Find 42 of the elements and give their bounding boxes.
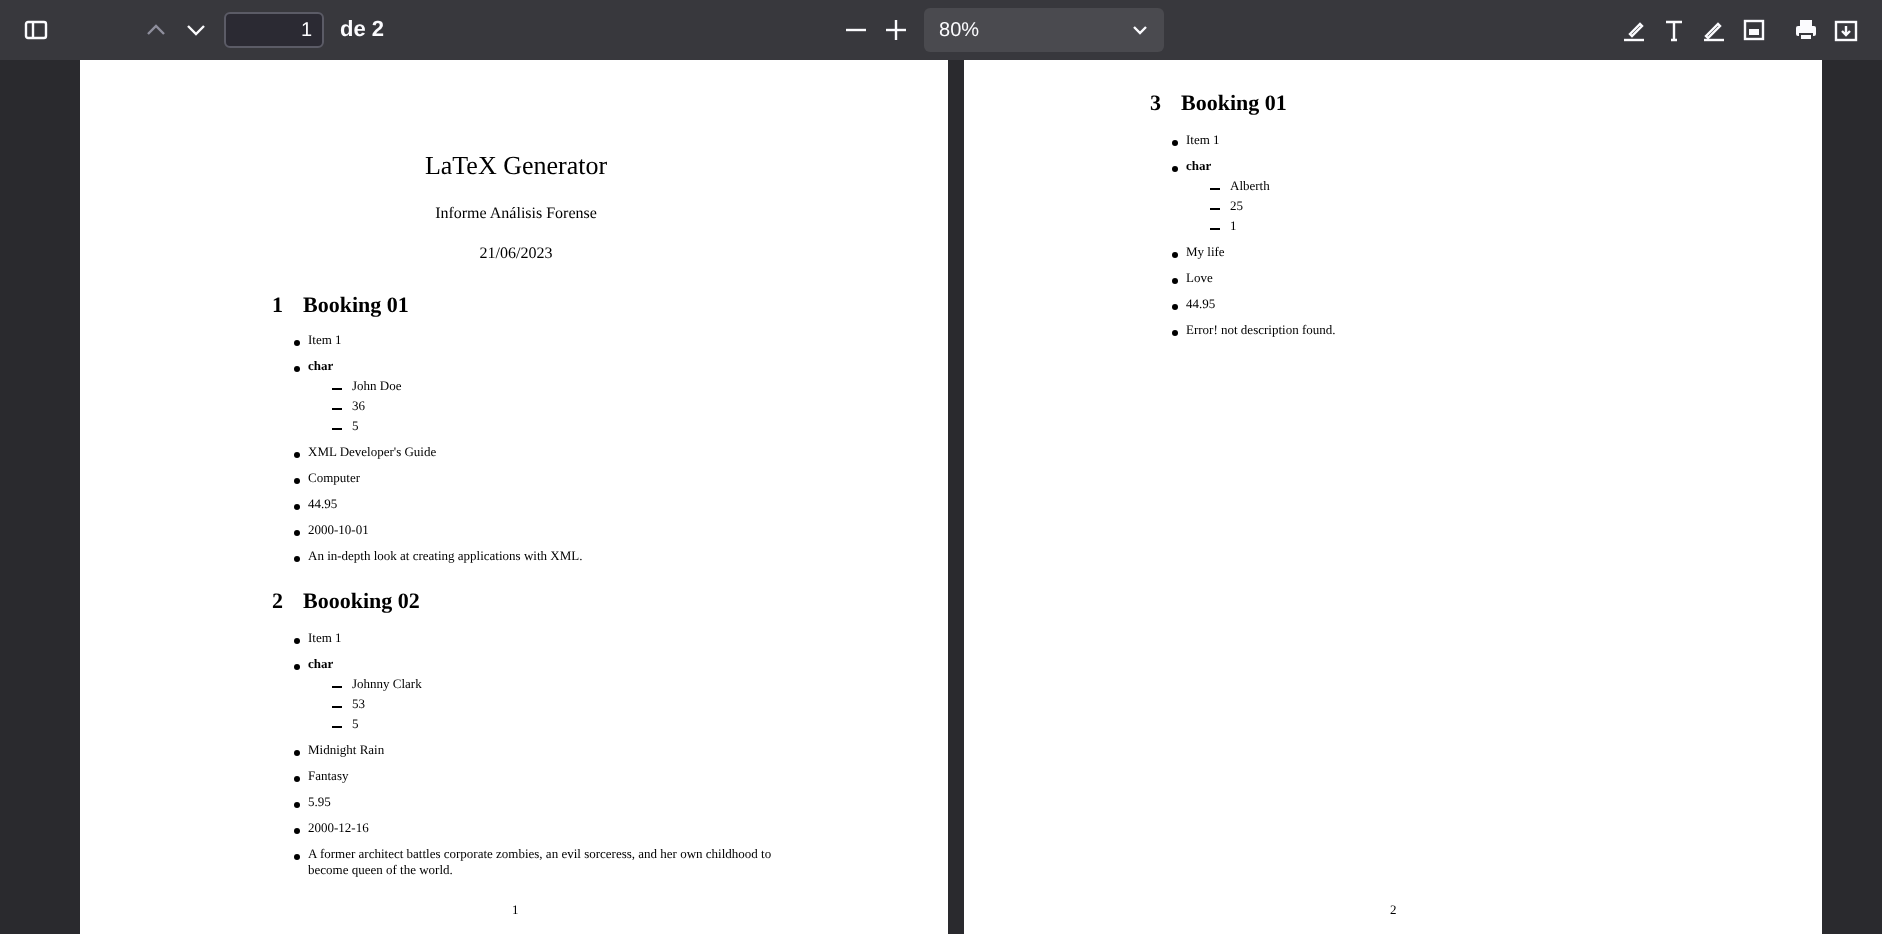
dash <box>332 388 342 390</box>
bullet <box>294 827 300 833</box>
dash <box>332 705 342 707</box>
bullet <box>1172 303 1178 309</box>
section-heading: Boooking 02 <box>303 588 420 618</box>
bullet <box>1172 165 1178 171</box>
page-number-field[interactable]: 1 <box>224 12 324 48</box>
section-number: 2 <box>272 588 283 618</box>
bullet <box>294 340 300 346</box>
bullet <box>294 749 300 755</box>
dash <box>1210 227 1220 229</box>
dash <box>1210 207 1220 209</box>
bullet <box>294 452 300 458</box>
bullet <box>1172 251 1178 257</box>
bullet <box>294 853 300 859</box>
section-number: 1 <box>272 291 283 321</box>
dash <box>332 408 342 410</box>
bullet <box>294 663 300 669</box>
section-heading: Booking 01 <box>303 291 409 321</box>
document-subtitle: Informe Análisis Forense <box>435 201 597 225</box>
bullet <box>1172 329 1178 335</box>
document-title: LaTeX Generator <box>424 148 608 184</box>
dash <box>1210 187 1220 189</box>
zoom-dropdown[interactable]: 80% <box>923 8 1164 52</box>
section-heading: Booking 01 <box>1181 90 1287 120</box>
dash <box>332 685 342 687</box>
dash <box>332 428 342 430</box>
document-date: 21/06/2023 <box>479 241 553 265</box>
bullet <box>1172 277 1178 283</box>
page-count-label: de 2 <box>340 15 385 46</box>
bullet <box>294 637 300 643</box>
dash <box>332 725 342 727</box>
bullet <box>294 504 300 510</box>
section-number: 3 <box>1150 90 1161 120</box>
bullet <box>1172 139 1178 145</box>
caret-icon <box>1131 22 1148 38</box>
bullet <box>294 366 300 372</box>
bullet <box>294 556 300 562</box>
bullet <box>294 801 300 807</box>
bullet <box>294 478 300 484</box>
bullet <box>294 775 300 781</box>
bullet <box>294 530 300 536</box>
